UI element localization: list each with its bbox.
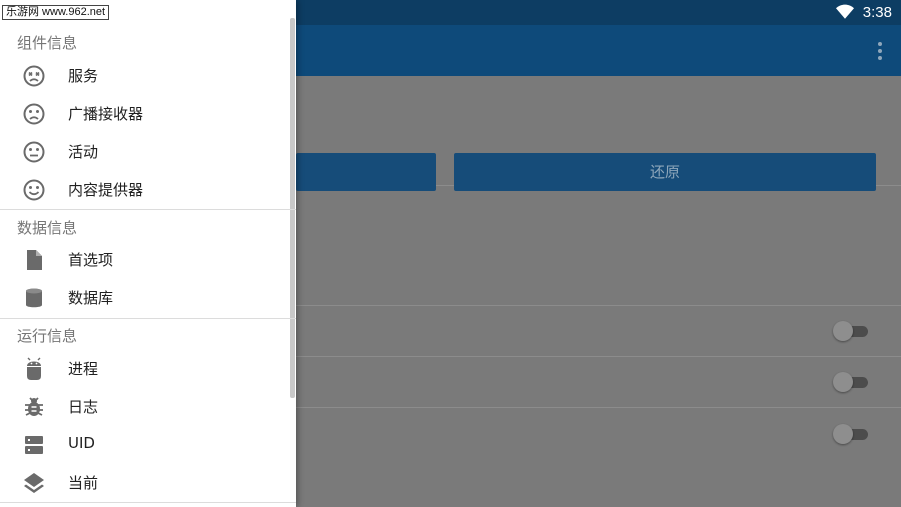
status-time: 3:38 (862, 4, 892, 21)
drawer-item-logs[interactable]: 日志 (0, 387, 290, 425)
face-neutral-icon (23, 141, 45, 163)
drawer-item-label: 广播接收器 (68, 105, 144, 123)
drawer-item-services[interactable]: 服务 (0, 56, 290, 94)
drawer-item-preferences[interactable]: 首选项 (0, 240, 290, 278)
section-divider (0, 318, 296, 319)
drawer-item-current[interactable]: 当前 (0, 463, 290, 501)
toggle-switch[interactable] (833, 424, 869, 444)
drawer-item-label: 当前 (68, 474, 99, 492)
section-header-data: 数据信息 (17, 219, 78, 237)
toggle-switch[interactable] (833, 372, 869, 392)
drawer-item-database[interactable]: 数据库 (0, 278, 290, 316)
navigation-drawer: 组件信息 服务 广播接收器 活动 内容提供器 数据信息 首选项 数据库 运行信息… (0, 0, 296, 507)
drawer-item-label: 首选项 (68, 251, 114, 269)
section-divider (0, 502, 296, 503)
drawer-item-uid[interactable]: UID (0, 425, 290, 463)
android-icon (27, 357, 41, 380)
file-icon (27, 250, 42, 270)
face-dead-icon (23, 65, 45, 87)
more-vert-icon[interactable] (877, 42, 883, 60)
section-header-runtime: 运行信息 (17, 327, 78, 345)
restore-button[interactable]: 还原 (454, 153, 876, 191)
drawer-item-label: 进程 (68, 360, 99, 378)
server-icon (25, 436, 43, 454)
drawer-item-label: 内容提供器 (68, 181, 144, 199)
drawer-item-broadcast-receivers[interactable]: 广播接收器 (0, 94, 290, 132)
bug-icon (25, 397, 43, 416)
wifi-icon (836, 4, 854, 19)
content-divider (296, 305, 901, 306)
layers-icon (24, 473, 44, 493)
drawer-scrollbar[interactable] (290, 18, 295, 398)
drawer-item-label: 服务 (68, 67, 99, 85)
section-divider (0, 209, 296, 210)
backup-button[interactable] (296, 153, 436, 191)
face-sad-icon (23, 103, 45, 125)
section-header-components: 组件信息 (17, 34, 78, 52)
content-divider (296, 356, 901, 357)
watermark-badge: 乐游网 www.962.net (2, 5, 110, 20)
face-happy-icon (23, 179, 45, 201)
drawer-item-label: 活动 (68, 143, 99, 161)
database-icon (26, 288, 42, 308)
drawer-item-processes[interactable]: 进程 (0, 349, 290, 387)
drawer-item-content-providers[interactable]: 内容提供器 (0, 170, 290, 208)
content-divider (296, 407, 901, 408)
toggle-switch[interactable] (833, 321, 869, 341)
drawer-item-label: UID (68, 434, 95, 452)
drawer-item-activities[interactable]: 活动 (0, 132, 290, 170)
drawer-item-label: 日志 (68, 398, 99, 416)
drawer-item-label: 数据库 (68, 289, 114, 307)
